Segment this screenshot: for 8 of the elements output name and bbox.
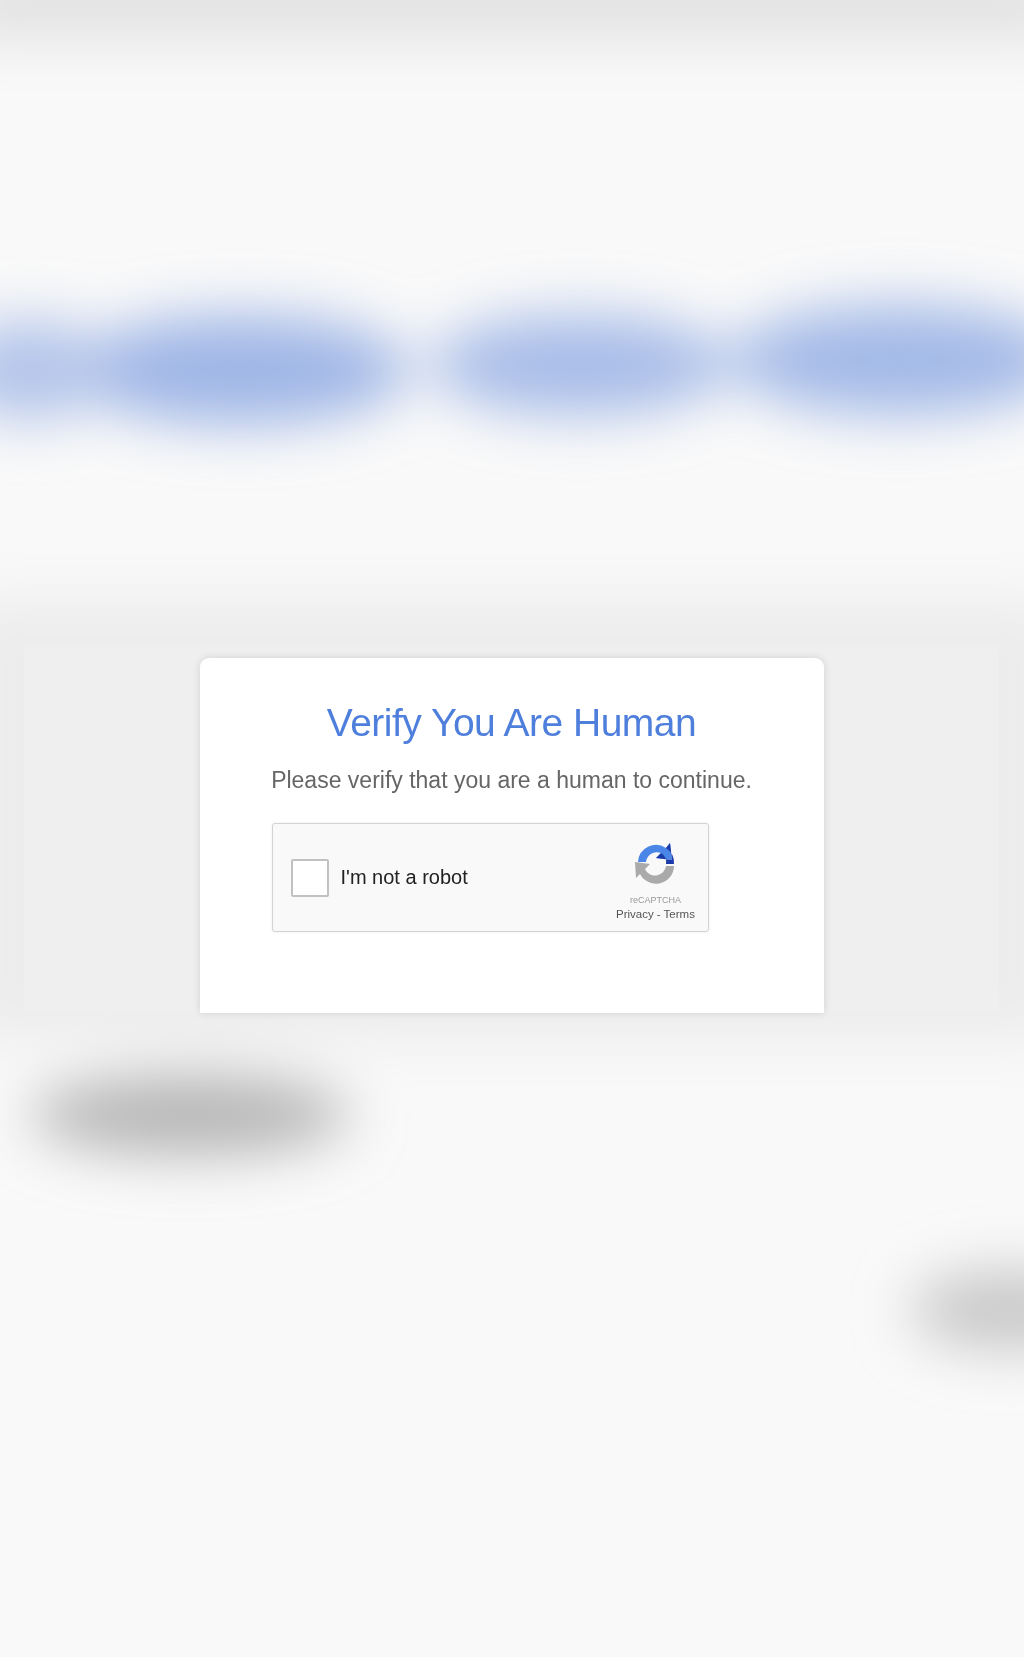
footer-link[interactable]: Privacy <box>616 908 654 921</box>
captcha-checkbox[interactable] <box>290 859 329 897</box>
brand-label: reCAPTCHA <box>630 896 681 906</box>
dialog-message: Please verify that you are a human to continue. <box>271 766 752 795</box>
footer-link[interactable]: Terms <box>663 908 695 921</box>
checkbox-label: I'm not a robot <box>340 866 468 890</box>
link-separator: - <box>656 908 661 921</box>
dialog-title: Verify You Are Human <box>326 702 697 745</box>
